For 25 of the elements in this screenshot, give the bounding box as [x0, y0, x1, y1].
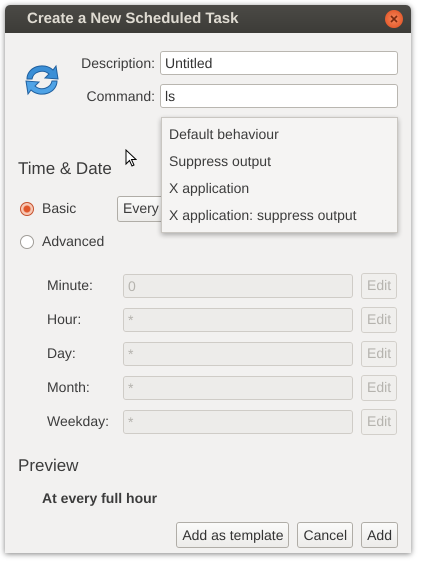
field-label: Month:	[47, 378, 91, 397]
field-label: Weekday:	[47, 412, 110, 431]
mouse-cursor-icon	[125, 149, 137, 168]
advanced-radio[interactable]: Advanced	[20, 231, 117, 252]
command-label: Command:	[86, 86, 156, 106]
description-field[interactable]: Untitled	[160, 51, 398, 75]
close-icon	[390, 15, 398, 24]
field-label: Hour:	[47, 310, 82, 329]
window-title: Create a New Scheduled Task	[27, 8, 238, 29]
section-heading: Time & Date	[18, 158, 112, 180]
close-button[interactable]	[385, 10, 403, 28]
menu-item[interactable]: Suppress output	[162, 148, 397, 175]
field-label: Minute:	[47, 276, 94, 295]
command-field[interactable]: ls	[160, 84, 398, 108]
dialog-button[interactable]: Add	[361, 522, 398, 548]
description-label: Description:	[80, 54, 156, 73]
menu-item[interactable]: X application	[162, 175, 397, 202]
field-label: Day:	[47, 344, 77, 363]
dialog-button[interactable]: Cancel	[297, 522, 354, 548]
dialog-button[interactable]: Add as template	[176, 522, 290, 548]
section-heading: Preview	[18, 454, 78, 476]
menu-item[interactable]: X application: suppress output	[162, 202, 397, 229]
basic-radio[interactable]: Basic	[20, 198, 117, 219]
preview-text: At every full hour	[42, 489, 158, 508]
menu-item[interactable]: Default behaviour	[162, 121, 397, 148]
